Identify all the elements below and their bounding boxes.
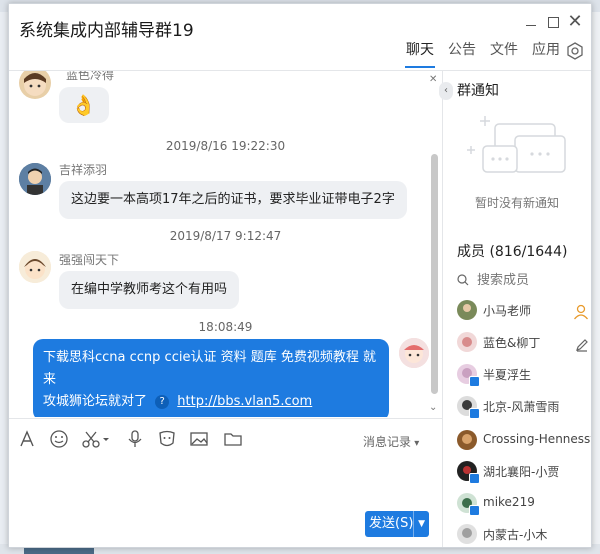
self-message-text: 攻城狮论坛就对了 bbox=[43, 394, 148, 409]
question-icon: ? bbox=[155, 394, 170, 409]
tab-chat[interactable]: 聊天 bbox=[399, 40, 441, 68]
image-icon[interactable] bbox=[189, 429, 209, 449]
input-toolbar: 消息记录 bbox=[9, 418, 442, 459]
avatar[interactable] bbox=[19, 163, 51, 195]
scroll-up-icon[interactable]: ✕ bbox=[429, 74, 437, 85]
mobile-online-badge bbox=[469, 505, 480, 516]
mobile-online-badge bbox=[469, 376, 480, 387]
member-item[interactable]: Crossing-Hennessy bbox=[457, 428, 591, 456]
background-left-edge bbox=[0, 12, 8, 554]
settings-hex-icon[interactable] bbox=[566, 42, 584, 60]
folder-icon[interactable] bbox=[223, 429, 243, 449]
sender-name: 强强闯天下 bbox=[59, 253, 120, 267]
member-name: 北京-风萧雪雨 bbox=[483, 400, 560, 414]
font-icon[interactable] bbox=[17, 429, 37, 449]
member-item[interactable]: 内蒙古-小木 bbox=[457, 522, 591, 547]
self-message-bubble[interactable]: 下载思科ccna ccnp ccie认证 资料 题库 免费视频教程 就来 攻城狮… bbox=[33, 339, 389, 417]
tab-apps[interactable]: 应用 bbox=[525, 40, 567, 68]
sticker-icon[interactable] bbox=[157, 429, 177, 449]
message-bubble[interactable]: 在编中学教师考这个有用吗 bbox=[59, 271, 240, 309]
message-bubble[interactable]: 这边要一本高项17年之后的证书，要求毕业证带电子2字 bbox=[59, 181, 407, 219]
emoji-icon[interactable] bbox=[49, 429, 69, 449]
timestamp: 2019/8/16 19:22:30 bbox=[165, 139, 286, 153]
avatar[interactable] bbox=[19, 251, 51, 283]
member-item[interactable]: mike219 bbox=[457, 491, 591, 519]
member-avatar bbox=[457, 430, 477, 450]
sender-name: 蓝色冷得 bbox=[66, 71, 115, 82]
member-name: 半夏浮生 bbox=[483, 368, 532, 382]
member-name: 蓝色&柳丁 bbox=[483, 336, 541, 350]
member-avatar bbox=[457, 300, 477, 320]
close-button[interactable]: ✕ bbox=[567, 13, 583, 31]
notice-title: 群通知 bbox=[457, 83, 499, 99]
member-avatar bbox=[457, 524, 477, 544]
scroll-down-icon[interactable]: ⌄ bbox=[429, 402, 437, 413]
member-search-placeholder: 搜索成员 bbox=[477, 273, 530, 288]
chat-window: 系统集成内部辅导群19 ✕ 聊天 公告 文件 应用 蓝色冷得 👌 2019/8/… bbox=[8, 3, 592, 548]
member-name: Crossing-Hennessy bbox=[483, 432, 592, 446]
search-icon bbox=[457, 274, 469, 286]
maximize-button[interactable] bbox=[545, 14, 561, 30]
emoji-bubble[interactable]: 👌 bbox=[59, 87, 109, 123]
member-item[interactable]: 蓝色&柳丁 bbox=[457, 330, 591, 358]
window-title: 系统集成内部辅导群19 bbox=[19, 21, 194, 41]
member-name: 湖北襄阳-小贾 bbox=[483, 465, 560, 479]
member-name: 内蒙古-小木 bbox=[483, 528, 548, 542]
minimize-button[interactable] bbox=[523, 14, 539, 30]
member-search[interactable]: 搜索成员 bbox=[457, 269, 529, 288]
panel-divider bbox=[442, 70, 443, 547]
chat-scrollbar[interactable] bbox=[431, 154, 438, 394]
avatar[interactable] bbox=[19, 71, 51, 99]
member-name: mike219 bbox=[483, 495, 535, 509]
collapse-sidebar-icon[interactable]: ‹ bbox=[439, 82, 453, 100]
send-button[interactable]: 发送(S) ▼ bbox=[365, 511, 429, 537]
send-label: 发送(S) bbox=[369, 516, 414, 531]
member-item[interactable]: 湖北襄阳-小贾 bbox=[457, 459, 591, 487]
empty-notice-illustration bbox=[467, 116, 566, 173]
message-list[interactable]: 蓝色冷得 👌 2019/8/16 19:22:30 吉祥添羽 这边要一本高项17… bbox=[9, 71, 442, 417]
tab-announcement[interactable]: 公告 bbox=[441, 40, 483, 68]
member-avatar bbox=[457, 332, 477, 352]
timestamp: 2019/8/17 9:12:47 bbox=[169, 229, 282, 243]
send-options-dropdown[interactable]: ▼ bbox=[413, 511, 425, 537]
screenshot-scissors-icon[interactable] bbox=[81, 429, 111, 449]
mobile-online-badge bbox=[469, 473, 480, 484]
timestamp: 18:08:49 bbox=[198, 320, 253, 334]
member-item[interactable]: 北京-风萧雪雨 bbox=[457, 394, 591, 422]
self-avatar[interactable] bbox=[399, 338, 429, 368]
self-message-line: 攻城狮论坛就对了 ? http://bbs.vlan5.com bbox=[43, 391, 379, 413]
self-message-line: 下载思科ccna ccnp ccie认证 资料 题库 免费视频教程 就来 bbox=[43, 350, 376, 387]
notice-empty-text: 暂时没有新通知 bbox=[474, 196, 559, 210]
members-title: 成员 (816/1644) bbox=[457, 244, 568, 260]
member-item[interactable]: 半夏浮生 bbox=[457, 362, 591, 390]
ok-hand-emoji: 👌 bbox=[71, 93, 96, 117]
message-history-button[interactable]: 消息记录 bbox=[363, 433, 419, 450]
sender-name: 吉祥添羽 bbox=[59, 163, 108, 177]
tab-bar: 聊天 公告 文件 应用 bbox=[399, 40, 567, 70]
voice-icon[interactable] bbox=[125, 429, 145, 449]
member-name: 小马老师 bbox=[483, 304, 532, 318]
member-item[interactable]: 小马老师 bbox=[457, 298, 591, 326]
mobile-online-badge bbox=[469, 408, 480, 419]
tab-files[interactable]: 文件 bbox=[483, 40, 525, 68]
forum-link[interactable]: http://bbs.vlan5.com bbox=[177, 394, 312, 409]
